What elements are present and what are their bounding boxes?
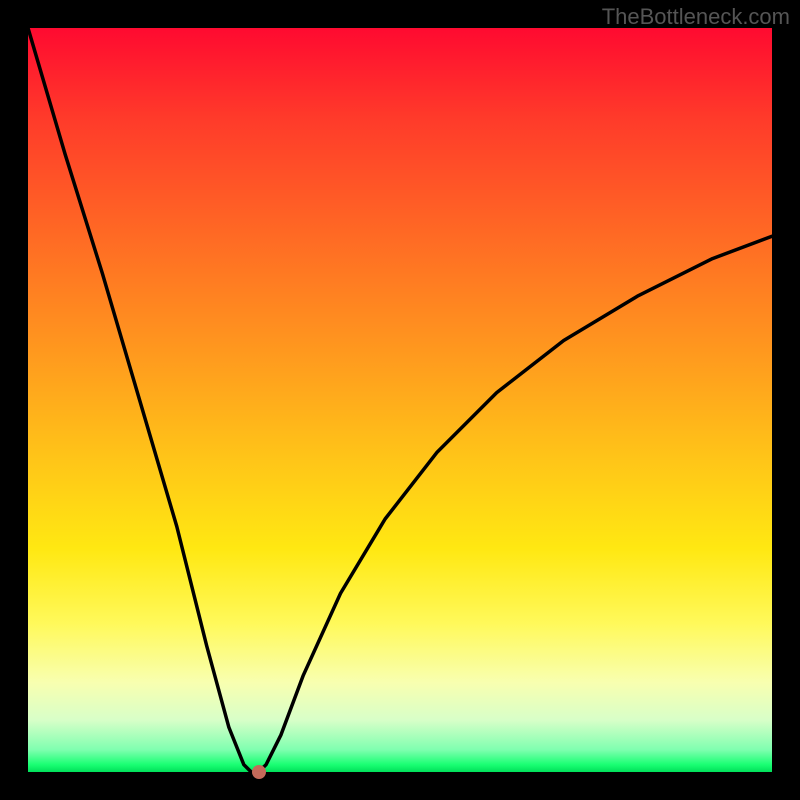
watermark-text: TheBottleneck.com [602, 4, 790, 30]
minimum-marker [252, 765, 266, 779]
curve-layer [28, 28, 772, 772]
chart-container: TheBottleneck.com [0, 0, 800, 800]
bottleneck-curve [28, 28, 772, 772]
